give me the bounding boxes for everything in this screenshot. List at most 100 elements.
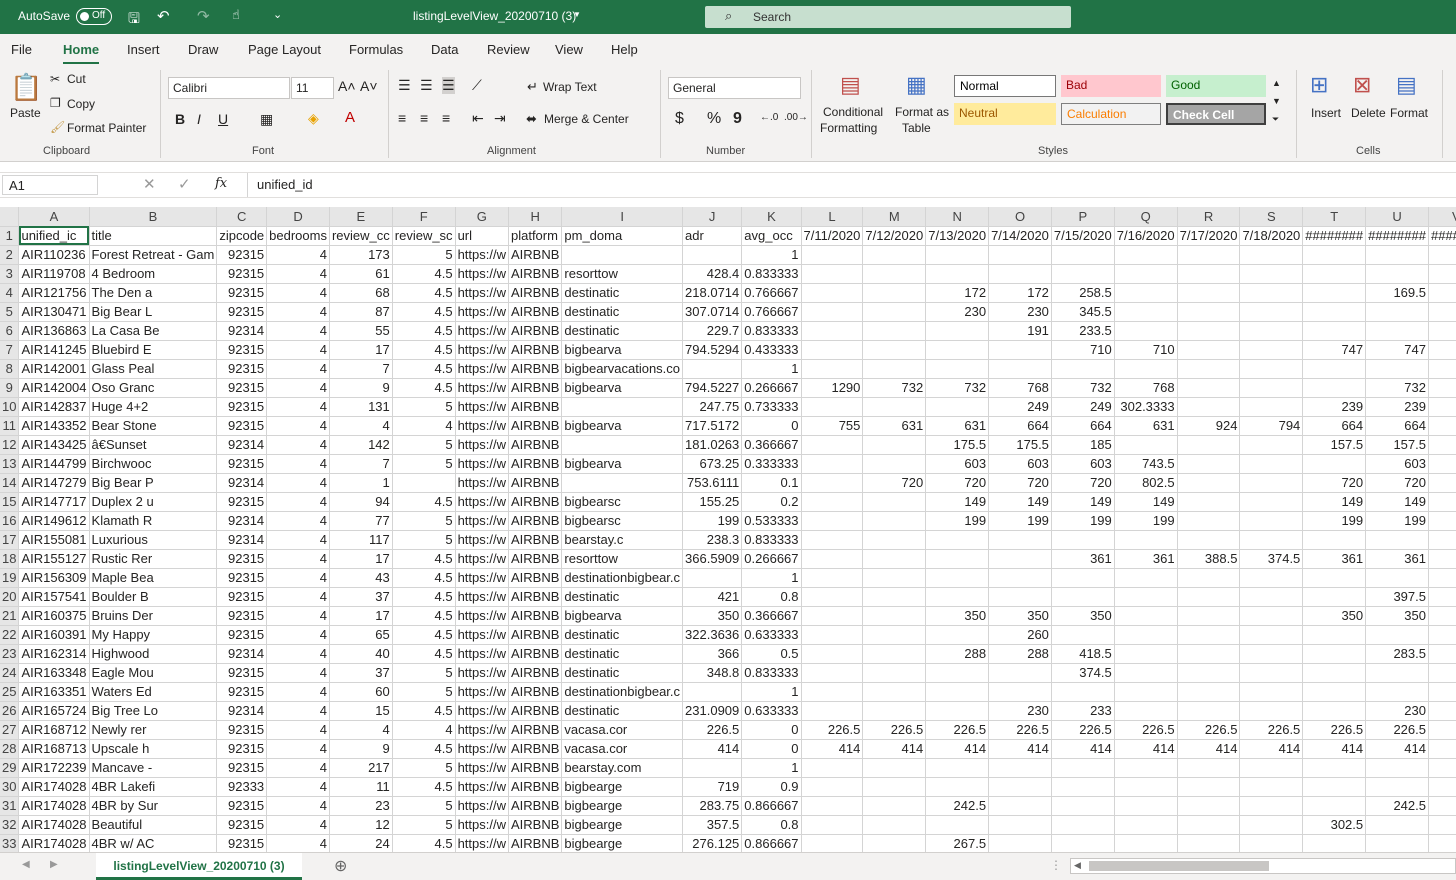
cell-d2[interactable]: 4	[266, 245, 330, 265]
cell-h26[interactable]: AIRBNB	[508, 701, 563, 721]
paste-button[interactable]: Paste	[10, 106, 41, 120]
delete-cells-icon[interactable]: ⊠	[1353, 72, 1371, 98]
cell-o31[interactable]	[988, 796, 1052, 816]
row-header[interactable]: 19	[0, 568, 20, 588]
cell-g13[interactable]: https://w	[455, 454, 509, 474]
cell-l32[interactable]	[801, 815, 864, 835]
cell-f30[interactable]: 4.5	[392, 777, 456, 797]
cell-b14[interactable]: Big Bear P	[89, 473, 218, 493]
name-box[interactable]: A1	[2, 175, 98, 195]
cell-l15[interactable]	[801, 492, 864, 512]
cell-e29[interactable]: 217	[329, 758, 393, 778]
cell-r7[interactable]	[1177, 340, 1241, 360]
cell-k9[interactable]: 0.266667	[741, 378, 802, 398]
cell-n7[interactable]	[925, 340, 990, 360]
cell-o22[interactable]: 260	[988, 625, 1052, 645]
cell-r6[interactable]	[1177, 321, 1241, 341]
column-header-m[interactable]: M	[862, 207, 927, 227]
cell-l25[interactable]	[801, 682, 864, 702]
cell-k7[interactable]: 0.433333	[741, 340, 802, 360]
cell-v12[interactable]: 157	[1428, 435, 1456, 455]
cell-b26[interactable]: Big Tree Lo	[89, 701, 218, 721]
cell-j25[interactable]	[682, 682, 743, 702]
cell-q27[interactable]: 226.5	[1114, 720, 1178, 740]
cell-r15[interactable]	[1177, 492, 1241, 512]
underline-button[interactable]: U	[218, 111, 228, 127]
cell-f3[interactable]: 4.5	[392, 264, 456, 284]
cell-k11[interactable]: 0	[741, 416, 802, 436]
cell-o14[interactable]: 720	[988, 473, 1052, 493]
row-header[interactable]: 14	[0, 473, 20, 493]
cell-n9[interactable]: 732	[925, 378, 990, 398]
cell-v10[interactable]: 23	[1428, 397, 1456, 417]
cell-b10[interactable]: Huge 4+2	[89, 397, 218, 417]
cell-r19[interactable]	[1177, 568, 1241, 588]
row-header[interactable]: 23	[0, 644, 20, 664]
cell-o1[interactable]: 7/14/2020	[988, 226, 1052, 246]
cell-f21[interactable]: 4.5	[392, 606, 456, 626]
column-header-d[interactable]: D	[266, 207, 330, 227]
cell-t22[interactable]	[1302, 625, 1367, 645]
cell-q6[interactable]	[1114, 321, 1178, 341]
cell-p9[interactable]: 732	[1051, 378, 1115, 398]
cell-g27[interactable]: https://w	[455, 720, 509, 740]
cell-o8[interactable]	[988, 359, 1052, 379]
cell-e28[interactable]: 9	[329, 739, 393, 759]
cell-s12[interactable]	[1239, 435, 1304, 455]
row-header[interactable]: 22	[0, 625, 20, 645]
row-header[interactable]: 24	[0, 663, 20, 683]
cell-s6[interactable]	[1239, 321, 1304, 341]
cell-s14[interactable]	[1239, 473, 1304, 493]
cell-e2[interactable]: 173	[329, 245, 393, 265]
cell-q24[interactable]	[1114, 663, 1178, 683]
cell-h27[interactable]: AIRBNB	[508, 720, 563, 740]
cell-u4[interactable]: 169.5	[1365, 283, 1429, 303]
cell-r8[interactable]	[1177, 359, 1241, 379]
cell-f22[interactable]: 4.5	[392, 625, 456, 645]
cell-j5[interactable]: 307.0714	[682, 302, 743, 322]
cell-m17[interactable]	[862, 530, 927, 550]
column-header-i[interactable]: I	[561, 207, 684, 227]
cell-i2[interactable]	[561, 245, 684, 265]
cell-v8[interactable]	[1428, 359, 1456, 379]
cell-i9[interactable]: bigbearva	[561, 378, 684, 398]
row-header[interactable]: 27	[0, 720, 20, 740]
cell-j20[interactable]: 421	[682, 587, 743, 607]
row-header[interactable]: 31	[0, 796, 20, 816]
cell-s24[interactable]	[1239, 663, 1304, 683]
scroll-thumb[interactable]	[1089, 861, 1269, 871]
cell-l26[interactable]	[801, 701, 864, 721]
cell-k3[interactable]: 0.833333	[741, 264, 802, 284]
cell-g33[interactable]: https://w	[455, 834, 509, 852]
cell-p8[interactable]	[1051, 359, 1115, 379]
cell-v26[interactable]: 23	[1428, 701, 1456, 721]
cell-f19[interactable]: 4.5	[392, 568, 456, 588]
cell-k23[interactable]: 0.5	[741, 644, 802, 664]
cell-m10[interactable]	[862, 397, 927, 417]
align-right-icon[interactable]: ≡	[442, 110, 450, 126]
cell-f14[interactable]	[392, 473, 456, 493]
cell-u23[interactable]: 283.5	[1365, 644, 1429, 664]
cell-t11[interactable]: 664	[1302, 416, 1367, 436]
cell-p24[interactable]: 374.5	[1051, 663, 1115, 683]
cell-c14[interactable]: 92314	[216, 473, 268, 493]
cell-i22[interactable]: destinatic	[561, 625, 684, 645]
cell-j12[interactable]: 181.0263	[682, 435, 743, 455]
cell-b2[interactable]: Forest Retreat - Gam	[89, 245, 218, 265]
cell-d30[interactable]: 4	[266, 777, 330, 797]
cell-c31[interactable]: 92315	[216, 796, 268, 816]
cell-s29[interactable]	[1239, 758, 1304, 778]
cell-q25[interactable]	[1114, 682, 1178, 702]
row-header[interactable]: 33	[0, 834, 20, 852]
row-header[interactable]: 32	[0, 815, 20, 835]
cell-v25[interactable]	[1428, 682, 1456, 702]
cell-m20[interactable]	[862, 587, 927, 607]
cell-u14[interactable]: 720	[1365, 473, 1429, 493]
cell-s17[interactable]	[1239, 530, 1304, 550]
cell-m9[interactable]: 732	[862, 378, 927, 398]
cell-i12[interactable]	[561, 435, 684, 455]
cell-t20[interactable]	[1302, 587, 1367, 607]
cell-o30[interactable]	[988, 777, 1052, 797]
cell-r33[interactable]	[1177, 834, 1241, 852]
cell-t18[interactable]: 361	[1302, 549, 1367, 569]
